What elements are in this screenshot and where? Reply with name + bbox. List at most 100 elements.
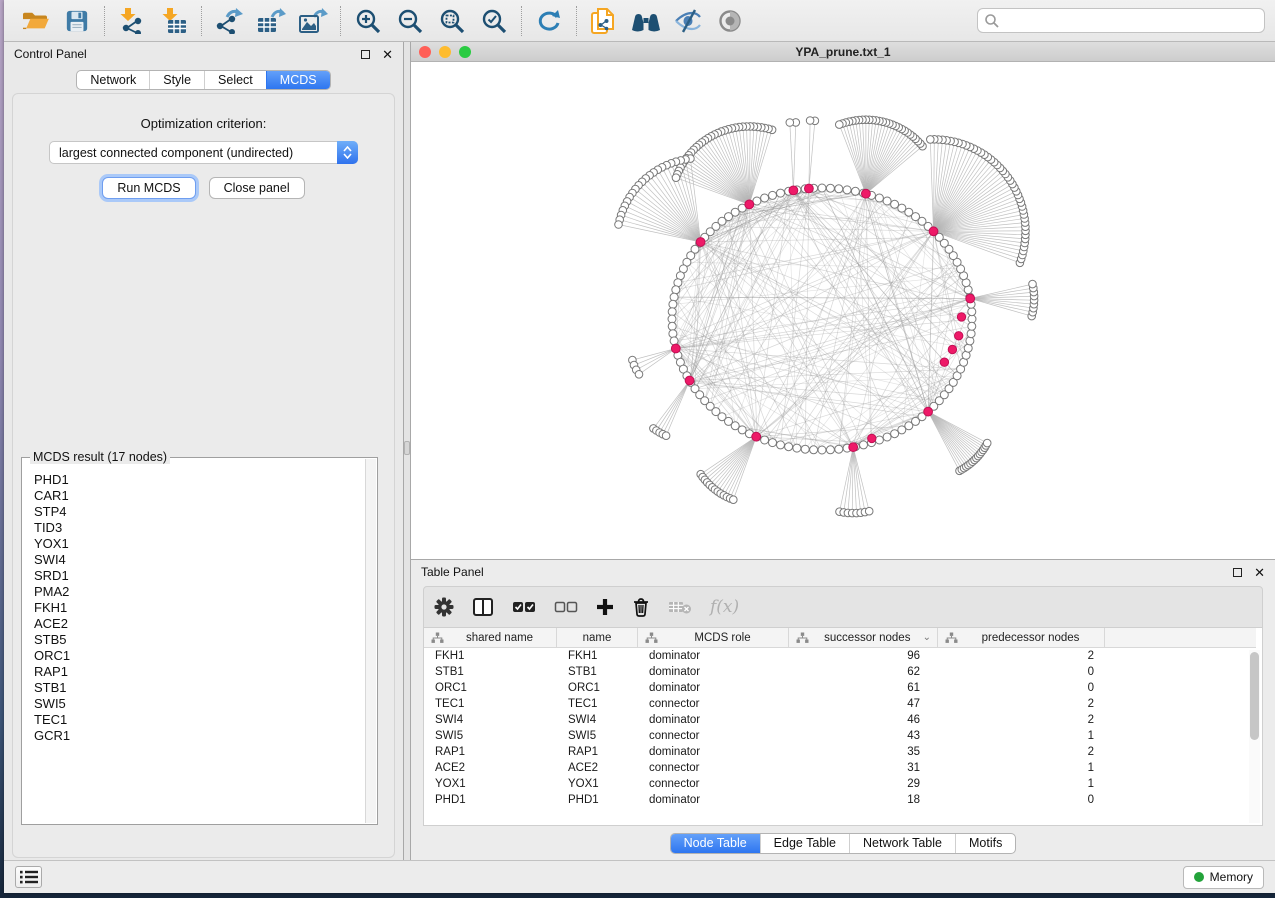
search-input[interactable] bbox=[1000, 14, 1258, 28]
tab-style[interactable]: Style bbox=[149, 71, 204, 89]
zoom-selected-icon[interactable] bbox=[473, 4, 515, 38]
tab-network[interactable]: Network bbox=[77, 71, 149, 89]
delete-column-icon[interactable] bbox=[632, 597, 650, 617]
result-scrollbar[interactable] bbox=[365, 459, 376, 823]
mcds-result-item[interactable]: STB5 bbox=[34, 632, 365, 648]
column-header-name[interactable]: name bbox=[557, 628, 638, 647]
open-folder-icon[interactable] bbox=[14, 4, 56, 38]
column-header-shared-name[interactable]: shared name bbox=[424, 628, 557, 647]
cell-successor-nodes: 96 bbox=[789, 648, 938, 664]
table-row[interactable]: ORC1ORC1dominator610 bbox=[424, 680, 1256, 696]
tab-network-table[interactable]: Network Table bbox=[849, 834, 955, 853]
mcds-result-item[interactable]: RAP1 bbox=[34, 664, 365, 680]
export-table-icon[interactable] bbox=[250, 4, 292, 38]
criterion-dropdown[interactable]: largest connected component (undirected) bbox=[49, 141, 358, 164]
cell-successor-nodes: 18 bbox=[789, 792, 938, 808]
close-panel-button[interactable]: Close panel bbox=[209, 177, 305, 199]
float-panel-icon[interactable] bbox=[361, 50, 370, 59]
zoom-fit-icon[interactable] bbox=[431, 4, 473, 38]
main-toolbar bbox=[4, 0, 1275, 42]
close-panel-icon[interactable]: ✕ bbox=[1254, 568, 1265, 577]
close-panel-icon[interactable]: ✕ bbox=[382, 50, 393, 59]
binoculars-icon[interactable] bbox=[625, 4, 667, 38]
table-panel-title: Table Panel bbox=[421, 565, 484, 579]
zoom-in-icon[interactable] bbox=[347, 4, 389, 38]
memory-label: Memory bbox=[1210, 870, 1253, 884]
mcds-result-item[interactable]: YOX1 bbox=[34, 536, 365, 552]
search-field[interactable] bbox=[977, 8, 1265, 33]
import-table-icon[interactable] bbox=[153, 4, 195, 38]
cell-successor-nodes: 46 bbox=[789, 712, 938, 728]
mcds-result-item[interactable]: STP4 bbox=[34, 504, 365, 520]
import-network-icon[interactable] bbox=[111, 4, 153, 38]
table-row[interactable]: FKH1FKH1dominator962 bbox=[424, 648, 1256, 664]
mcds-result-item[interactable]: SWI4 bbox=[34, 552, 365, 568]
tab-mcds[interactable]: MCDS bbox=[266, 71, 330, 89]
table-body: FKH1FKH1dominator962STB1STB1dominator620… bbox=[424, 648, 1262, 808]
cell-name: RAP1 bbox=[557, 744, 638, 760]
mcds-result-item[interactable]: PMA2 bbox=[34, 584, 365, 600]
zoom-out-icon[interactable] bbox=[389, 4, 431, 38]
mcds-result-item[interactable]: ORC1 bbox=[34, 648, 365, 664]
table-scrollbar[interactable] bbox=[1249, 650, 1260, 823]
table-row[interactable]: STB1STB1dominator620 bbox=[424, 664, 1256, 680]
optimization-criterion-label: Optimization criterion: bbox=[13, 116, 394, 131]
mcds-result-item[interactable]: GCR1 bbox=[34, 728, 365, 744]
save-icon[interactable] bbox=[56, 4, 98, 38]
table-row[interactable]: RAP1RAP1dominator352 bbox=[424, 744, 1256, 760]
mcds-result-item[interactable]: CAR1 bbox=[34, 488, 365, 504]
cell-shared-name: YOX1 bbox=[424, 776, 557, 792]
table-row[interactable]: TEC1TEC1connector472 bbox=[424, 696, 1256, 712]
memory-button[interactable]: Memory bbox=[1183, 866, 1264, 889]
column-header-predecessor-nodes[interactable]: predecessor nodes bbox=[938, 628, 1105, 647]
splitter-grip-icon[interactable] bbox=[404, 441, 410, 455]
cell-predecessor-nodes: 1 bbox=[938, 728, 1105, 744]
table-row[interactable]: SWI5SWI5connector431 bbox=[424, 728, 1256, 744]
mcds-result-item[interactable]: PHD1 bbox=[34, 472, 365, 488]
mcds-result-item[interactable]: SWI5 bbox=[34, 696, 365, 712]
tab-node-table[interactable]: Node Table bbox=[671, 834, 760, 853]
run-mcds-button[interactable]: Run MCDS bbox=[102, 177, 195, 199]
task-history-button[interactable] bbox=[15, 866, 42, 888]
cell-MCDS-role: dominator bbox=[638, 792, 789, 808]
cell-MCDS-role: connector bbox=[638, 728, 789, 744]
refresh-layout-icon[interactable] bbox=[528, 4, 570, 38]
cell-successor-nodes: 47 bbox=[789, 696, 938, 712]
tab-motifs[interactable]: Motifs bbox=[955, 834, 1015, 853]
mcds-result-list[interactable]: PHD1CAR1STP4TID3YOX1SWI4SRD1PMA2FKH1ACE2… bbox=[23, 459, 365, 823]
mcds-result-item[interactable]: TEC1 bbox=[34, 712, 365, 728]
mcds-result-item[interactable]: STB1 bbox=[34, 680, 365, 696]
toolbar-separator bbox=[576, 6, 577, 36]
column-header-successor-nodes[interactable]: successor nodes⌄ bbox=[789, 628, 938, 647]
hide-details-icon[interactable] bbox=[667, 4, 709, 38]
cell-predecessor-nodes: 1 bbox=[938, 776, 1105, 792]
table-row[interactable]: SWI4SWI4dominator462 bbox=[424, 712, 1256, 728]
scrollbar-thumb[interactable] bbox=[1250, 652, 1259, 740]
clone-network-icon[interactable] bbox=[583, 4, 625, 38]
mcds-result-item[interactable]: SRD1 bbox=[34, 568, 365, 584]
delete-table-icon bbox=[668, 599, 692, 615]
network-canvas[interactable] bbox=[411, 62, 1275, 559]
column-browse-icon[interactable] bbox=[472, 597, 494, 617]
table-row[interactable]: ACE2ACE2connector311 bbox=[424, 760, 1256, 776]
table-tabs: Node TableEdge TableNetwork TableMotifs bbox=[670, 833, 1017, 854]
tab-edge-table[interactable]: Edge Table bbox=[760, 834, 849, 853]
export-network-icon[interactable] bbox=[208, 4, 250, 38]
mcds-result-item[interactable]: TID3 bbox=[34, 520, 365, 536]
mcds-result-item[interactable]: ACE2 bbox=[34, 616, 365, 632]
table-header-row: shared namenameMCDS rolesuccessor nodes⌄… bbox=[424, 628, 1256, 648]
mcds-result-item[interactable]: FKH1 bbox=[34, 600, 365, 616]
add-column-icon[interactable] bbox=[596, 598, 614, 616]
panel-splitter[interactable] bbox=[403, 42, 411, 860]
table-row[interactable]: YOX1YOX1connector291 bbox=[424, 776, 1256, 792]
select-all-icon[interactable] bbox=[512, 600, 536, 614]
cell-shared-name: TEC1 bbox=[424, 696, 557, 712]
column-header-MCDS-role[interactable]: MCDS role bbox=[638, 628, 789, 647]
deselect-all-icon[interactable] bbox=[554, 600, 578, 614]
table-row[interactable]: PHD1PHD1dominator180 bbox=[424, 792, 1256, 808]
show-details-icon[interactable] bbox=[709, 4, 751, 38]
gear-icon[interactable] bbox=[434, 597, 454, 617]
export-image-icon[interactable] bbox=[292, 4, 334, 38]
float-panel-icon[interactable] bbox=[1233, 568, 1242, 577]
tab-select[interactable]: Select bbox=[204, 71, 266, 89]
